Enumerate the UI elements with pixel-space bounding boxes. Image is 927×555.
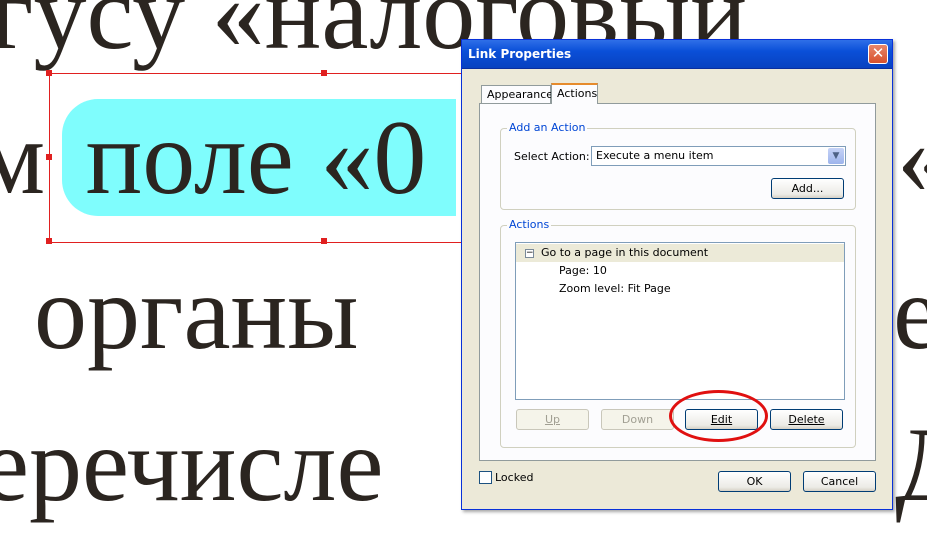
delete-label: Delete	[788, 413, 825, 426]
edit-label: Edit	[710, 413, 733, 426]
locked-label: Locked	[495, 471, 534, 484]
up-button[interactable]: Up	[516, 409, 589, 430]
tab-appearance[interactable]: Appearance	[481, 85, 553, 103]
locked-checkbox[interactable]	[479, 471, 492, 484]
actions-tree-list[interactable]: − Go to a page in this document Page: 10…	[515, 242, 845, 400]
edit-button[interactable]: Edit	[685, 409, 758, 430]
add-action-group: Add an Action Select Action: Execute a m…	[500, 121, 856, 210]
dialog-titlebar[interactable]: Link Properties ✕	[462, 40, 892, 69]
resize-handle[interactable]	[321, 70, 327, 76]
resize-handle[interactable]	[321, 238, 327, 244]
tab-actions[interactable]: Actions	[551, 83, 598, 104]
action-detail: Page: 10	[559, 264, 607, 277]
dialog-title: Link Properties	[468, 47, 572, 61]
down-button[interactable]: Down	[601, 409, 674, 430]
add-action-button[interactable]: Add...	[771, 178, 844, 199]
link-properties-dialog: Link Properties ✕ Appearance Actions Add…	[461, 39, 893, 510]
action-detail: Zoom level: Fit Page	[559, 282, 671, 295]
cancel-button[interactable]: Cancel	[803, 471, 876, 492]
close-button[interactable]: ✕	[868, 44, 888, 64]
link-selection-box[interactable]	[46, 70, 469, 244]
document-text-fragment: Д	[895, 412, 927, 518]
document-text-line: еречисле	[0, 406, 384, 523]
ok-button[interactable]: OK	[718, 471, 791, 492]
actions-group: Actions − Go to a page in this document …	[500, 218, 856, 448]
select-action-label: Select Action:	[514, 150, 590, 163]
select-action-dropdown[interactable]: Execute a menu item ▼	[591, 146, 846, 166]
group-label: Add an Action	[507, 121, 588, 134]
document-text-fragment: е	[893, 254, 927, 371]
select-action-value: Execute a menu item	[596, 149, 714, 162]
action-label: Go to a page in this document	[541, 246, 709, 259]
close-icon: ✕	[871, 44, 885, 62]
delete-button[interactable]: Delete	[770, 409, 843, 430]
list-item[interactable]: − Go to a page in this document	[516, 244, 844, 262]
resize-handle[interactable]	[46, 238, 52, 244]
list-item[interactable]: Zoom level: Fit Page	[516, 280, 844, 298]
actions-tab-panel: Add an Action Select Action: Execute a m…	[479, 103, 876, 461]
list-item[interactable]: Page: 10	[516, 262, 844, 280]
group-label: Actions	[507, 218, 552, 231]
collapse-icon[interactable]: −	[525, 249, 534, 258]
up-label: Up	[544, 413, 561, 426]
document-text-fragment: «	[897, 105, 927, 211]
chevron-down-icon[interactable]: ▼	[828, 148, 844, 164]
resize-handle[interactable]	[46, 70, 52, 76]
resize-handle[interactable]	[46, 154, 52, 160]
document-text-line: органы	[34, 254, 359, 371]
down-label: Down	[621, 413, 654, 426]
